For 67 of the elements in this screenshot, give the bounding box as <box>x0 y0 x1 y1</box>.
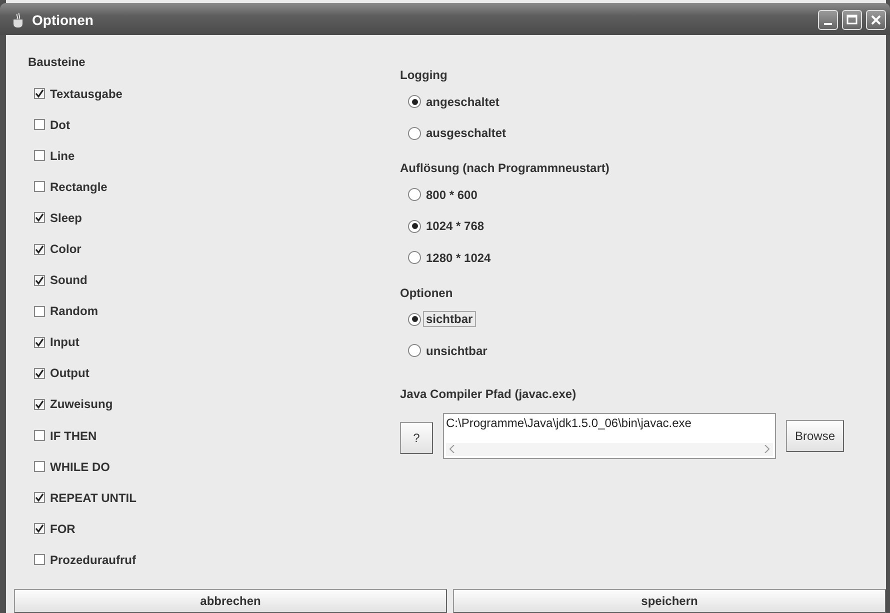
radio-button[interactable] <box>408 126 421 140</box>
checkbox[interactable] <box>34 554 45 566</box>
checkbox-label: Rectangle <box>50 180 108 194</box>
path-field[interactable]: C:\Programme\Java\jdk1.5.0_06\bin\javac.exe <box>443 412 776 458</box>
dialog-button[interactable]: speichern <box>453 589 886 613</box>
maximize-icon <box>846 14 858 26</box>
radio-label: sichtbar <box>424 312 475 326</box>
checkbox-label: Color <box>50 242 82 256</box>
scroll-right-icon[interactable] <box>764 445 770 453</box>
checkbox-label: Input <box>50 335 80 350</box>
section-heading: Java Compiler Pfad (javac.exe) <box>400 386 578 402</box>
checkbox[interactable] <box>34 244 45 255</box>
checkbox[interactable] <box>34 212 45 224</box>
checkbox[interactable] <box>34 430 45 442</box>
checkbox-label: REPEAT UNTIL <box>50 490 136 505</box>
radio-button[interactable] <box>408 220 421 233</box>
help-button[interactable]: ? <box>400 422 433 454</box>
close-button[interactable] <box>866 10 886 30</box>
radio-button[interactable] <box>408 188 421 202</box>
checkbox-label: Zuweisung <box>50 397 113 412</box>
checkbox[interactable] <box>34 523 45 534</box>
radio-label: 1024 * 768 <box>426 219 484 234</box>
checkbox-label: Textausgabe <box>50 86 122 101</box>
checkbox[interactable] <box>34 368 45 379</box>
checkbox-label: Output <box>50 366 90 380</box>
radio-label: 1280 * 1024 <box>426 250 491 265</box>
checkbox-label: Sound <box>50 273 88 288</box>
radio-button[interactable] <box>408 95 421 108</box>
checkbox-label: Dot <box>50 118 70 132</box>
checkbox[interactable] <box>34 150 45 162</box>
close-icon <box>870 14 882 26</box>
checkbox[interactable] <box>34 492 45 504</box>
checkbox[interactable] <box>34 88 45 100</box>
checkbox-label: IF THEN <box>50 428 97 443</box>
radio-button[interactable] <box>408 344 421 358</box>
maximize-button[interactable] <box>842 10 862 30</box>
window-title: Optionen <box>32 12 94 28</box>
radio-label: unsichtbar <box>426 344 488 358</box>
section-heading: Auflösung (nach Programmneustart) <box>400 161 610 177</box>
checkbox[interactable] <box>34 398 45 410</box>
section-heading: Optionen <box>400 286 454 302</box>
checkbox-label: Random <box>50 304 98 318</box>
checkbox-label: WHILE DO <box>50 460 110 474</box>
cup-icon <box>12 12 24 28</box>
checkbox-label: Prozeduraufruf <box>50 552 136 567</box>
checkbox[interactable] <box>34 119 45 130</box>
scroll-left-icon[interactable] <box>449 445 455 453</box>
checkbox-label: FOR <box>50 522 76 536</box>
minimize-button[interactable] <box>818 10 838 30</box>
checkbox-label: Line <box>50 148 75 163</box>
dialog-button[interactable]: abbrechen <box>14 589 447 613</box>
section-heading: Logging <box>400 68 448 84</box>
checkbox[interactable] <box>34 306 45 317</box>
radio-label: angeschaltet <box>426 94 500 109</box>
horizontal-scrollbar[interactable] <box>446 442 773 456</box>
checkbox[interactable] <box>34 181 45 192</box>
section-heading: Bausteine <box>28 55 86 71</box>
checkbox[interactable] <box>34 336 45 348</box>
radio-button[interactable] <box>408 312 421 326</box>
browse-button[interactable]: Browse <box>786 420 844 452</box>
checkbox-label: Sleep <box>50 210 82 225</box>
radio-label: ausgeschaltet <box>426 126 506 140</box>
minimize-icon <box>824 23 832 25</box>
radio-button[interactable] <box>408 251 421 264</box>
checkbox[interactable] <box>34 274 45 286</box>
radio-label: 800 * 600 <box>426 188 478 202</box>
checkbox[interactable] <box>34 461 45 472</box>
